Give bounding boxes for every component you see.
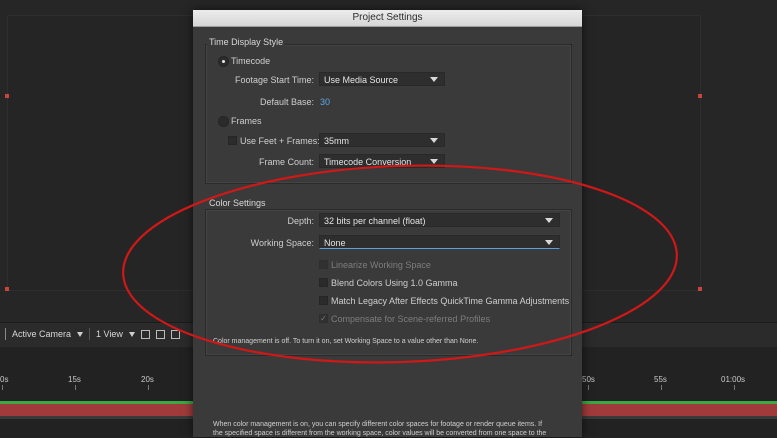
chevron-down-icon (430, 77, 438, 82)
footage-start-dropdown[interactable]: Use Media Source (319, 72, 445, 86)
default-base-label: Default Base: (259, 97, 314, 107)
tick-label: 15s (68, 375, 81, 384)
blend-gamma-checkbox[interactable] (319, 278, 328, 287)
tick-label: 50s (582, 375, 595, 384)
timecode-label[interactable]: Timecode (231, 56, 270, 66)
blend-gamma-label: Blend Colors Using 1.0 Gamma (331, 278, 458, 288)
view-layout-label: 1 View (96, 329, 123, 339)
legacy-gamma-checkbox[interactable] (319, 296, 328, 305)
compensate-label: Compensate for Scene-referred Profiles (331, 314, 491, 324)
transform-handle[interactable] (5, 287, 9, 291)
working-space-label: Working Space: (250, 238, 314, 248)
working-space-value: None (324, 238, 346, 248)
timecode-radio[interactable] (218, 56, 229, 67)
grid-icon[interactable] (140, 329, 150, 339)
chevron-down-icon (545, 218, 553, 223)
panel-icon[interactable] (0, 328, 6, 340)
tick-mark (148, 385, 149, 390)
legacy-gamma-label: Match Legacy After Effects QuickTime Gam… (331, 296, 570, 306)
working-space-dropdown[interactable]: None (319, 235, 560, 249)
tick-label: 55s (654, 375, 667, 384)
project-settings-dialog: Project Settings Time Display Style Time… (193, 10, 582, 437)
feet-frames-dropdown[interactable]: 35mm (319, 133, 445, 147)
color-settings-group-label: Color Settings (207, 198, 268, 208)
frame-count-value: Timecode Conversion (324, 157, 412, 167)
feet-frames-value: 35mm (324, 136, 350, 146)
fast-preview-icon[interactable] (170, 329, 180, 339)
footage-start-value: Use Media Source (324, 75, 399, 85)
chevron-down-icon (77, 331, 84, 337)
tick-mark (75, 385, 76, 390)
frames-label[interactable]: Frames (231, 116, 262, 126)
feet-frames-label: Use Feet + Frames: (240, 136, 320, 146)
depth-label: Depth: (287, 216, 314, 226)
time-display-group-label: Time Display Style (207, 37, 286, 47)
footage-start-label: Footage Start Time: (234, 75, 314, 85)
tick-mark (661, 385, 662, 390)
divider (89, 328, 91, 340)
linearize-label: Linearize Working Space (331, 260, 431, 270)
transform-handle[interactable] (698, 94, 702, 98)
tick-label: 0s (0, 375, 9, 384)
dialog-title: Project Settings (193, 10, 582, 27)
camera-label: Active Camera (12, 329, 72, 339)
chevron-down-icon (128, 331, 135, 337)
depth-dropdown[interactable]: 32 bits per channel (float) (319, 213, 560, 227)
frame-count-dropdown[interactable]: Timecode Conversion (319, 154, 445, 168)
tick-mark (734, 385, 735, 390)
bottom-note-line-1: When color management is on, you can spe… (213, 421, 543, 428)
tick-label: 01:00s (721, 375, 746, 384)
chevron-down-icon (430, 159, 438, 164)
viewer-controls: Active Camera 1 View (0, 326, 180, 342)
depth-value: 32 bits per channel (float) (324, 216, 426, 226)
default-base-value[interactable]: 30 (320, 97, 330, 107)
transform-handle[interactable] (5, 94, 9, 98)
frames-radio[interactable] (218, 116, 229, 127)
color-info-text: Color management is off. To turn it on, … (213, 338, 479, 345)
linearize-checkbox[interactable] (319, 260, 328, 269)
compensate-checkbox[interactable]: ✓ (319, 314, 328, 323)
transform-handle[interactable] (698, 287, 702, 291)
frame-count-label: Frame Count: (258, 157, 314, 167)
tick-label: 20s (141, 375, 154, 384)
tick-mark (588, 385, 589, 390)
pixel-aspect-icon[interactable] (155, 329, 165, 339)
camera-dropdown[interactable]: Active Camera (12, 329, 84, 339)
chevron-down-icon (430, 138, 438, 143)
chevron-down-icon (545, 240, 553, 245)
tick-mark (2, 385, 3, 390)
feet-frames-checkbox[interactable] (228, 136, 237, 145)
view-layout-dropdown[interactable]: 1 View (96, 329, 135, 339)
